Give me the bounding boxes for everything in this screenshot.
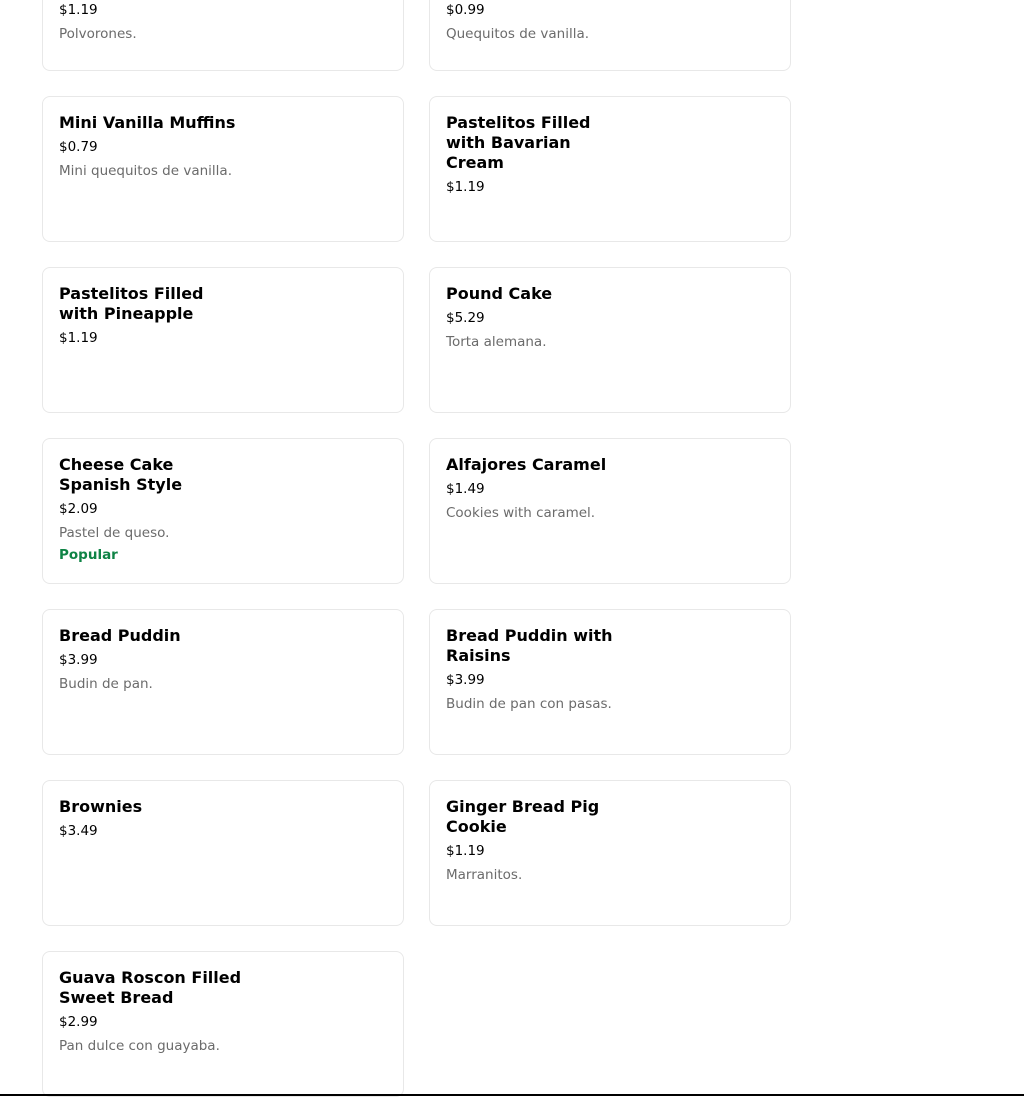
menu-item-name: Brownies [59, 797, 143, 816]
menu-item-price: $3.99 [446, 672, 485, 688]
menu-item-name: Guava Roscon Filled Sweet Bread [59, 968, 242, 1007]
menu-item-card[interactable]: $1.19 Polvorones. [42, 0, 404, 71]
menu-item-name: Pastelitos Filled with Bavarian Cream [446, 113, 591, 172]
menu-item-card[interactable]: Bread Puddin with Raisins $3.99 Budin de p… [429, 609, 791, 755]
menu-item-description: Budin de pan. [59, 676, 153, 692]
menu-item-description: Polvorones. [59, 26, 137, 42]
menu-item-price: $5.29 [446, 310, 485, 326]
menu-item-description: Budin de pan con pasas. [446, 696, 612, 712]
menu-item-price: $0.79 [59, 139, 98, 155]
menu-item-description: Quequitos de vanilla. [446, 26, 590, 42]
menu-item-description: Torta alemana. [446, 334, 547, 350]
menu-item-name: Alfajores Caramel [446, 455, 607, 474]
menu-item-price: $1.19 [446, 843, 485, 859]
menu-item-card[interactable]: Guava Roscon Filled Sweet Bread $2.99 Pan … [42, 951, 404, 1097]
menu-item-name: Ginger Bread Pig Cookie [446, 797, 600, 836]
menu-item-description: Cookies with caramel. [446, 505, 596, 521]
menu-item-card[interactable]: Mini Vanilla Muffins $0.79 Mini quequitos … [42, 96, 404, 242]
menu-item-name: Mini Vanilla Muffins [59, 113, 236, 132]
menu-item-name: Bread Puddin [59, 626, 181, 645]
menu-item-price: $1.19 [446, 179, 485, 195]
menu-item-description: Pan dulce con guayaba. [59, 1038, 220, 1054]
menu-item-price: $1.19 [59, 2, 98, 18]
menu-item-card[interactable]: Alfajores Caramel $1.49 Cookies with caram… [429, 438, 791, 584]
menu-item-description: Mini quequitos de vanilla. [59, 163, 232, 179]
menu-item-card[interactable]: Cheese Cake Spanish Style $2.09 Pastel de … [42, 438, 404, 584]
menu-item-description: Pastel de queso. [59, 525, 170, 541]
menu-item-card[interactable]: Ginger Bread Pig Cookie $1.19 Marranitos. [429, 780, 791, 926]
menu-item-price: $2.99 [59, 1014, 98, 1030]
menu-item-card[interactable]: Pastelitos Filled with Pineapple $1.19 [42, 267, 404, 413]
menu-item-name: Pastelitos Filled with Pineapple [59, 284, 204, 323]
popular-badge: Popular [59, 547, 118, 563]
menu-item-price: $2.09 [59, 501, 98, 517]
menu-item-name: Cheese Cake Spanish Style [59, 455, 183, 494]
menu-item-grid: $1.19 Polvorones. $0.99 Quequitos de vanill… [42, 0, 791, 1097]
menu-item-name: Bread Puddin with Raisins [446, 626, 613, 665]
menu-item-description: Marranitos. [446, 867, 523, 883]
menu-item-card[interactable]: Bread Puddin $3.99 Budin de pan. [42, 609, 404, 755]
menu-item-card[interactable]: Pound Cake $5.29 Torta alemana. [429, 267, 791, 413]
menu-item-price: $0.99 [446, 2, 485, 18]
menu-item-price: $1.19 [59, 330, 98, 346]
menu-item-name: Pound Cake [446, 284, 553, 303]
menu-item-price: $3.99 [59, 652, 98, 668]
menu-item-card[interactable]: $0.99 Quequitos de vanilla. [429, 0, 791, 71]
menu-item-price: $1.49 [446, 481, 485, 497]
menu-item-card[interactable]: Pastelitos Filled with Bavarian Cream $1.… [429, 96, 791, 242]
menu-item-card[interactable]: Brownies $3.49 [42, 780, 404, 926]
menu-item-price: $3.49 [59, 823, 98, 839]
